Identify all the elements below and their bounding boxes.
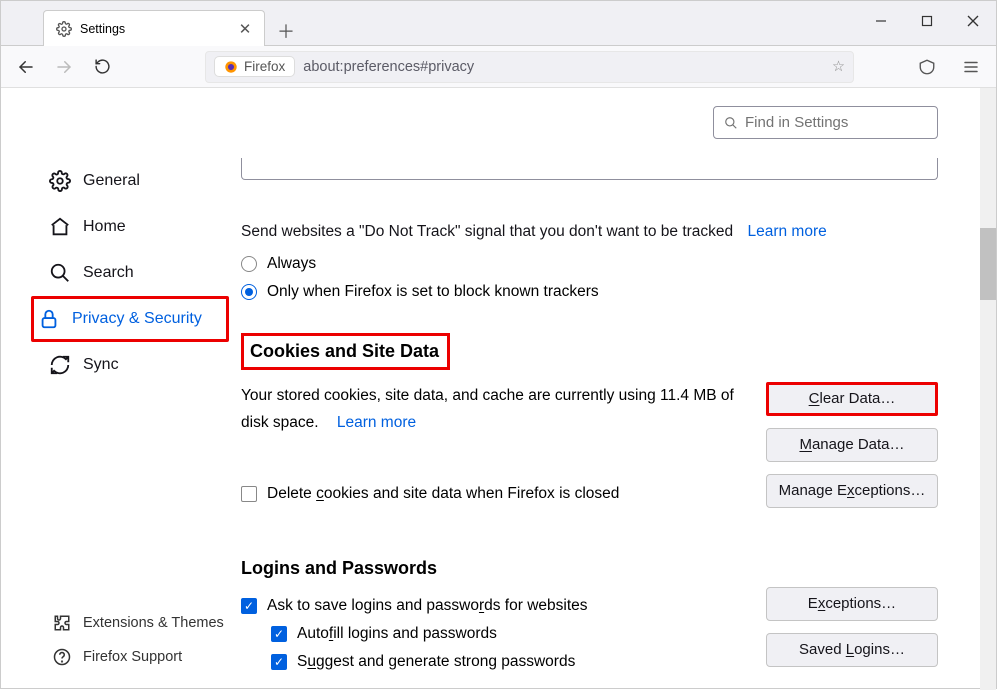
- find-in-settings-input[interactable]: Find in Settings: [713, 106, 938, 139]
- sidebar-item-general[interactable]: General: [1, 158, 241, 204]
- reload-button[interactable]: [87, 52, 117, 82]
- scrollbar-thumb[interactable]: [980, 228, 996, 300]
- search-placeholder: Find in Settings: [745, 114, 848, 131]
- gear-icon: [56, 21, 72, 37]
- bookmark-star-icon[interactable]: ☆: [832, 59, 845, 75]
- checkbox-icon: ✓: [241, 598, 257, 614]
- maximize-button[interactable]: [904, 1, 950, 41]
- logins-buttons: Exceptions… Saved Logins…: [766, 587, 938, 671]
- settings-sidebar: General Home Search Privacy & Security S…: [1, 88, 241, 690]
- app-menu-button[interactable]: [956, 52, 986, 82]
- tab-title: Settings: [80, 22, 125, 36]
- close-window-button[interactable]: [950, 1, 996, 41]
- sidebar-item-extensions[interactable]: Extensions & Themes: [1, 606, 224, 640]
- identity-label: Firefox: [244, 59, 285, 74]
- titlebar: Settings ✕ ＋: [1, 1, 996, 46]
- sidebar-item-label: Privacy & Security: [72, 310, 202, 328]
- sidebar-item-home[interactable]: Home: [1, 204, 241, 250]
- minimize-button[interactable]: [858, 1, 904, 41]
- new-tab-button[interactable]: ＋: [271, 16, 301, 46]
- dnt-learn-more-link[interactable]: Learn more: [747, 223, 826, 240]
- radio-icon: [241, 284, 257, 300]
- sync-icon: [49, 354, 71, 376]
- site-identity[interactable]: Firefox: [214, 56, 295, 77]
- back-button[interactable]: [11, 52, 41, 82]
- settings-main: Find in Settings Send websites a "Do Not…: [241, 88, 996, 690]
- sidebar-item-support[interactable]: Firefox Support: [1, 640, 224, 674]
- ask-to-save-option[interactable]: ✓ Ask to save logins and passwords for w…: [241, 597, 748, 615]
- tab-close-button[interactable]: ✕: [236, 20, 254, 38]
- firefox-icon: [224, 60, 238, 74]
- sidebar-item-label: Firefox Support: [83, 649, 182, 665]
- content-area: General Home Search Privacy & Security S…: [1, 88, 996, 690]
- sidebar-item-label: Home: [83, 218, 126, 236]
- clear-data-button[interactable]: Clear Data…: [766, 382, 938, 416]
- cookies-section-title: Cookies and Site Data: [250, 341, 439, 362]
- checkbox-icon: [241, 486, 257, 502]
- dnt-always-option[interactable]: Always: [241, 255, 938, 273]
- sidebar-item-sync[interactable]: Sync: [1, 342, 241, 388]
- radio-label: Only when Firefox is set to block known …: [267, 283, 599, 301]
- dnt-known-trackers-option[interactable]: Only when Firefox is set to block known …: [241, 283, 938, 301]
- manage-exceptions-button[interactable]: Manage Exceptions…: [766, 474, 938, 508]
- pocket-icon[interactable]: [912, 52, 942, 82]
- manage-data-button[interactable]: Manage Data…: [766, 428, 938, 462]
- home-icon: [49, 216, 71, 238]
- checkbox-label: Ask to save logins and passwords for web…: [267, 597, 588, 615]
- cookies-description: Your stored cookies, site data, and cach…: [241, 382, 748, 508]
- radio-label: Always: [267, 255, 316, 273]
- sidebar-footer: Extensions & Themes Firefox Support: [1, 606, 224, 674]
- dnt-description: Send websites a "Do Not Track" signal th…: [241, 220, 938, 245]
- saved-logins-button[interactable]: Saved Logins…: [766, 633, 938, 667]
- delete-on-close-option[interactable]: Delete cookies and site data when Firefo…: [241, 480, 748, 507]
- tab-strip: Settings ✕ ＋: [1, 1, 301, 46]
- tracking-protection-panel-edge: [241, 158, 938, 180]
- cookies-title-highlight: Cookies and Site Data: [241, 333, 450, 370]
- sidebar-item-search[interactable]: Search: [1, 250, 241, 296]
- toolbar: Firefox about:preferences#privacy ☆: [1, 46, 996, 88]
- search-icon: [724, 116, 738, 130]
- autofill-option[interactable]: ✓ Autofill logins and passwords: [271, 625, 748, 643]
- sidebar-item-label: General: [83, 172, 140, 190]
- sidebar-item-privacy[interactable]: Privacy & Security: [31, 296, 229, 342]
- lock-icon: [38, 308, 60, 330]
- logins-exceptions-button[interactable]: Exceptions…: [766, 587, 938, 621]
- gear-icon: [49, 170, 71, 192]
- cookies-buttons: Clear Data… Manage Data… Manage Exceptio…: [766, 382, 938, 508]
- window-controls: [858, 1, 996, 46]
- dnt-text: Send websites a "Do Not Track" signal th…: [241, 223, 733, 240]
- url-text: about:preferences#privacy: [303, 59, 474, 75]
- sidebar-item-label: Sync: [83, 356, 119, 374]
- url-bar[interactable]: Firefox about:preferences#privacy ☆: [205, 51, 854, 83]
- logins-section-title: Logins and Passwords: [241, 558, 938, 579]
- help-icon: [53, 648, 71, 666]
- checkbox-label: Delete cookies and site data when Firefo…: [267, 480, 619, 507]
- search-icon: [49, 262, 71, 284]
- cookies-learn-more-link[interactable]: Learn more: [337, 414, 416, 431]
- sidebar-item-label: Extensions & Themes: [83, 615, 224, 631]
- logins-options: ✓ Ask to save logins and passwords for w…: [241, 587, 748, 671]
- sidebar-item-label: Search: [83, 264, 134, 282]
- vertical-scrollbar[interactable]: [980, 88, 996, 690]
- checkbox-icon: ✓: [271, 626, 287, 642]
- checkbox-icon: ✓: [271, 654, 287, 670]
- radio-icon: [241, 256, 257, 272]
- forward-button[interactable]: [49, 52, 79, 82]
- puzzle-icon: [53, 614, 71, 632]
- tab-settings[interactable]: Settings ✕: [43, 10, 265, 46]
- checkbox-label: Autofill logins and passwords: [297, 625, 497, 643]
- cookies-desc-text: Your stored cookies, site data, and cach…: [241, 387, 734, 431]
- suggest-strong-option[interactable]: ✓ Suggest and generate strong passwords: [271, 653, 748, 671]
- checkbox-label: Suggest and generate strong passwords: [297, 653, 575, 671]
